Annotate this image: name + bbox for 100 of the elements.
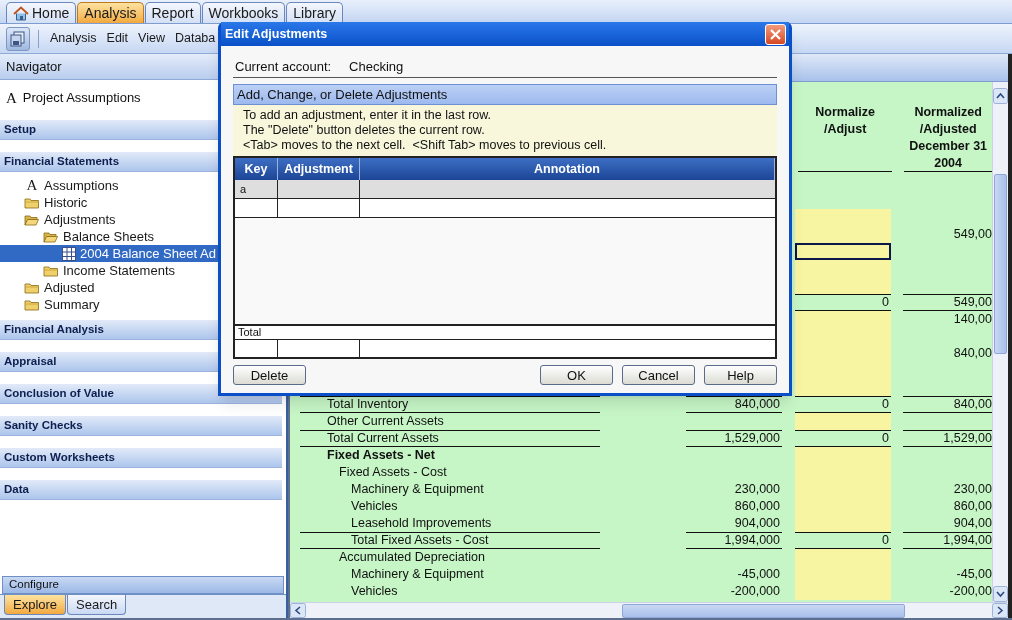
section-header[interactable]: Data <box>0 480 282 500</box>
row-label: Machinery & Equipment <box>351 566 484 584</box>
table-cell-text: 0 <box>882 396 889 414</box>
toolbar-icon[interactable] <box>6 26 30 51</box>
folder-icon <box>43 264 59 277</box>
table-cell-text: a <box>240 181 247 197</box>
panel-tab[interactable]: Search <box>67 595 127 615</box>
adjust-cell[interactable] <box>795 243 891 260</box>
dialog-button[interactable]: Cancel <box>622 365 695 385</box>
scroll-down-icon <box>993 586 1008 602</box>
menu-item[interactable]: Analysis <box>47 29 100 48</box>
instruction-text: To add an adjustment, enter it in the last row. <box>243 108 493 123</box>
adjust-cell[interactable] <box>795 549 891 566</box>
table-cell-text: 1,994,000 <box>724 532 780 550</box>
table-cell-text: 904,000 <box>734 515 780 533</box>
column-header: Normalize /Adjust <box>797 82 893 172</box>
table-cell-text: 860,00 <box>953 498 992 516</box>
menu-item[interactable]: View <box>135 29 168 48</box>
table-cell-text: 549,00 <box>953 294 992 312</box>
app-tab[interactable]: Analysis <box>77 2 144 23</box>
tree-item[interactable]: Adjustments <box>0 211 286 228</box>
row-label: Machinery & Equipment <box>351 481 484 499</box>
scrollbar-thumb[interactable] <box>994 174 1007 354</box>
section-header: Add, Change, or Delete Adjustments <box>233 84 777 105</box>
table-cell-text: 1,529,000 <box>724 430 780 448</box>
menu-item[interactable]: Databa <box>171 29 219 48</box>
footer-bar[interactable]: Configure <box>2 576 284 594</box>
row-label: Total Inventory <box>327 396 409 414</box>
tree-item[interactable]: Summary <box>0 296 286 313</box>
tree-item[interactable]: Balance Sheets <box>0 228 286 245</box>
table-cell-text: -45,000 <box>737 566 780 584</box>
table-cell-text: -200,00 <box>949 583 992 601</box>
app-tab[interactable]: Report <box>144 2 201 23</box>
app-tab[interactable]: Workbooks <box>201 2 286 23</box>
table-row[interactable] <box>235 199 775 218</box>
scrollbar-thumb[interactable] <box>622 603 905 618</box>
table-cell-text: 904,00 <box>953 515 992 533</box>
table-cell-text: -45,00 <box>956 566 992 584</box>
adjust-cell[interactable] <box>795 447 891 464</box>
vertical-scrollbar[interactable] <box>992 82 1008 602</box>
open-folder-icon <box>43 230 59 243</box>
table-icon <box>62 246 76 261</box>
table-cell-text: 230,000 <box>734 481 780 499</box>
adjust-cell[interactable] <box>795 226 891 243</box>
table-cell-text: 1,994,00 <box>943 532 992 550</box>
table-cell-text: 549,00 <box>953 226 992 244</box>
delete-button[interactable]: Delete <box>233 365 306 385</box>
app-tab[interactable]: Home <box>6 2 77 23</box>
row-label: Vehicles <box>351 583 398 601</box>
row-label: Fixed Assets - Net <box>327 447 435 465</box>
adjust-cell[interactable] <box>795 583 891 600</box>
nav-link[interactable]: Project Assumptions <box>22 88 141 108</box>
dialog-button[interactable]: Help <box>704 365 777 385</box>
dialog-title: Edit Adjustments <box>224 25 328 43</box>
adjust-cell[interactable] <box>795 277 891 294</box>
table-cell-text: 840,00 <box>953 345 992 363</box>
assumption-icon: A <box>6 86 17 110</box>
table-cell-text: 0 <box>882 532 889 550</box>
row-label: Vehicles <box>351 498 398 516</box>
app-tab[interactable]: Library <box>286 2 344 23</box>
assumption-icon: A <box>24 177 40 194</box>
adjust-cell[interactable] <box>795 209 891 226</box>
table-cell-text: 0 <box>882 430 889 448</box>
scroll-up-icon <box>993 88 1008 104</box>
folder-icon <box>24 298 40 311</box>
table-cell-text: 860,000 <box>734 498 780 516</box>
open-folder-icon <box>24 213 40 226</box>
instruction-text: <Tab> moves to the next cell. <Shift Tab> moves to previous cell. <box>243 138 608 153</box>
scroll-right-icon <box>992 603 1008 618</box>
total-label: Total <box>238 325 262 341</box>
table-cell-text: 0 <box>882 294 889 312</box>
menu-item[interactable]: Edit <box>103 29 132 48</box>
horizontal-scrollbar[interactable] <box>290 602 1008 618</box>
adjust-cell[interactable] <box>795 311 891 328</box>
row-label: Accumulated Depreciation <box>339 549 485 567</box>
close-icon <box>769 27 782 41</box>
table-cell-text: -200,000 <box>730 583 780 601</box>
folder-icon <box>24 281 40 294</box>
field-value: Checking <box>349 57 404 76</box>
panel-tab[interactable]: Explore <box>4 595 67 615</box>
row-label: Other Current Assets <box>327 413 444 431</box>
section-header[interactable]: Custom Worksheets <box>0 448 282 468</box>
section-header[interactable]: Sanity Checks <box>0 416 282 436</box>
row-label: Total Fixed Assets - Cost <box>351 532 489 550</box>
dialog-button[interactable]: OK <box>540 365 613 385</box>
scroll-left-icon <box>290 603 306 618</box>
tree-item[interactable]: Income Statements <box>0 262 286 279</box>
close-button[interactable] <box>765 23 786 45</box>
row-label: Fixed Assets - Cost <box>339 464 447 482</box>
row-label: Leasehold Improvements <box>351 515 492 533</box>
adjust-cell[interactable] <box>795 260 891 277</box>
adjust-cell[interactable] <box>795 413 891 430</box>
table-cell-text: 840,000 <box>734 396 780 414</box>
table-cell-text: 1,529,00 <box>943 430 992 448</box>
table-row[interactable]: a <box>235 180 775 199</box>
adjust-cell[interactable] <box>795 515 891 532</box>
table-cell-text: 230,00 <box>953 481 992 499</box>
table-cell-text: 140,00 <box>953 311 992 329</box>
adjust-cell[interactable] <box>795 379 891 396</box>
tree-item[interactable]: Adjusted <box>0 279 286 296</box>
